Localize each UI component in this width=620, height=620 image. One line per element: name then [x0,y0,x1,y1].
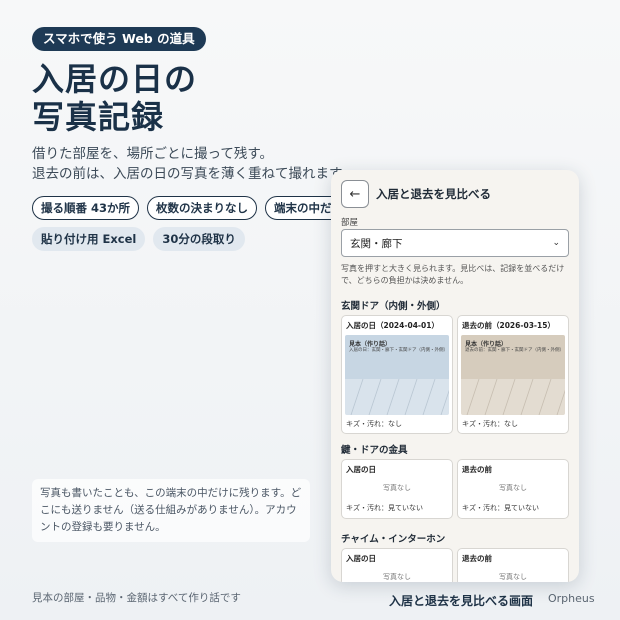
photo-caption: 入居の日：玄関・廊下・玄関ドア（内側・外側） [349,348,448,353]
no-photo-label: 写真なし [383,484,411,492]
back-button[interactable]: ← [341,180,369,208]
compare-row-intercom: 入居の日 写真なし 退去の前 写真なし [341,548,569,582]
card-header: 入居の日 [346,554,376,563]
subtitle: 借りた部屋を、場所ごとに撮って残す。 退去の前は、入居の日の写真を薄く重ねて撮れ… [32,144,355,184]
fiction-disclaimer: 見本の部屋・品物・金額はすべて作り話です [32,592,241,604]
move-in-card: 入居の日（2024-04-01） 見本（作り話） 入居の日：玄関・廊下・玄関ドア… [341,315,453,434]
title-line-1: 入居の日の [32,60,198,98]
floor-lines-graphic [350,379,449,415]
tag-no-limit: 枚数の決まりなし [147,196,258,220]
tag-shooting-order: 撮る順番 43か所 [32,196,140,220]
phone-mockup: ← 入居と退去を見比べる 部屋 玄関・廊下 ⌄ 写真を押すと大きく見られます。見… [331,170,579,582]
no-photo-label: 写真なし [499,484,527,492]
card-header: 退去の前（2026-03-15） [462,321,555,330]
move-in-photo[interactable]: 見本（作り話） 入居の日：玄関・廊下・玄関ドア（内側・外側） [345,335,449,415]
card-header: 入居の日 [346,465,376,474]
damage-status: キズ・汚れ：見ていない [462,504,539,512]
move-out-photo[interactable]: 見本（作り話） 退去の前：玄関・廊下・玄関ドア（内側・外側） [461,335,565,415]
compare-row-door: 入居の日（2024-04-01） 見本（作り話） 入居の日：玄関・廊下・玄関ドア… [341,315,569,434]
room-label: 部屋 [341,218,359,228]
subtitle-line-1: 借りた部屋を、場所ごとに撮って残す。 [32,146,273,162]
tag-excel: 貼り付け用 Excel [32,227,146,251]
section-title-intercom: チャイム・インターホン [341,534,446,545]
privacy-note: 写真も書いたことも、この端末の中だけに残ります。どこにも送りません（送る仕組みが… [32,479,310,542]
brand-name: Orpheus [548,592,595,605]
help-text: 写真を押すと大きく見られます。見比べは、記録を並べるだけで、どちらの負担かは決め… [341,264,565,285]
page-title: 入居の日の 写真記録 [32,60,197,136]
title-line-2: 写真記録 [32,98,165,136]
damage-status: キズ・汚れ：なし [462,420,518,428]
tag-30min: 30分の段取り [153,227,245,251]
phone-header: ← 入居と退去を見比べる [341,180,491,208]
room-select[interactable]: 玄関・廊下 ⌄ [341,229,569,257]
photo-caption: 退去の前：玄関・廊下・玄関ドア（内側・外側） [465,348,564,353]
move-out-card: 退去の前 写真なし [457,548,569,582]
feature-tags: 撮る順番 43か所 枚数の決まりなし 端末の中だけ 貼り付け用 Excel 30… [32,196,362,251]
section-title-door: 玄関ドア（内側・外側） [341,301,446,312]
move-out-card: 退去の前（2026-03-15） 見本（作り話） 退去の前：玄関・廊下・玄関ドア… [457,315,569,434]
compare-row-lock: 入居の日 写真なし キズ・汚れ：見ていない 退去の前 写真なし キズ・汚れ：見て… [341,459,569,519]
app-badge: スマホで使う Web の道具 [32,27,206,51]
move-in-card: 入居の日 写真なし キズ・汚れ：見ていない [341,459,453,519]
phone-title: 入居と退去を見比べる [376,187,491,201]
subtitle-line-2: 退去の前は、入居の日の写真を薄く重ねて撮れます。 [32,166,355,182]
back-arrow-icon: ← [349,186,361,202]
screen-caption: 入居と退去を見比べる画面 [389,594,534,608]
floor-lines-graphic [466,379,565,415]
move-out-card: 退去の前 写真なし キズ・汚れ：見ていない [457,459,569,519]
card-header: 退去の前 [462,554,492,563]
damage-status: キズ・汚れ：見ていない [346,504,423,512]
no-photo-label: 写真なし [383,573,411,581]
card-header: 退去の前 [462,465,492,474]
room-select-value: 玄関・廊下 [350,237,403,250]
chevron-down-icon: ⌄ [552,238,560,248]
no-photo-label: 写真なし [499,573,527,581]
card-header: 入居の日（2024-04-01） [346,321,439,330]
damage-status: キズ・汚れ：なし [346,420,402,428]
section-title-lock: 鍵・ドアの金具 [341,445,408,456]
move-in-card: 入居の日 写真なし [341,548,453,582]
